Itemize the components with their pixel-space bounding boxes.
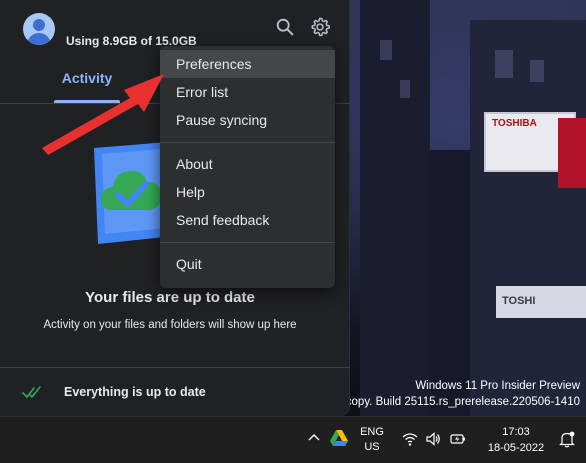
building-window bbox=[530, 60, 544, 82]
sync-status-text: Everything is up to date bbox=[64, 385, 206, 399]
system-clock[interactable]: 17:03 18-05-2022 bbox=[482, 424, 550, 456]
menu-separator bbox=[160, 142, 335, 143]
sign-text-lower: TOSHI bbox=[502, 295, 536, 307]
sign-text: TOSHIBA bbox=[492, 118, 537, 129]
avatar-body bbox=[27, 33, 51, 45]
toshiba-sign-lower: TOSHI bbox=[496, 286, 586, 318]
battery-icon[interactable] bbox=[450, 431, 466, 447]
red-sign bbox=[558, 118, 586, 188]
watermark-line: Windows 11 Pro Insider Preview bbox=[415, 380, 580, 392]
language-code: ENG bbox=[360, 426, 384, 438]
clock-date: 18-05-2022 bbox=[487, 442, 545, 454]
google-drive-icon[interactable] bbox=[329, 429, 349, 447]
building bbox=[360, 0, 430, 416]
language-indicator[interactable]: ENG US bbox=[358, 425, 386, 455]
menu-item-about[interactable]: About bbox=[160, 150, 335, 178]
wifi-icon[interactable] bbox=[402, 431, 418, 447]
building-window bbox=[380, 40, 392, 60]
menu-item-quit[interactable]: Quit bbox=[160, 250, 335, 278]
avatar-head bbox=[33, 19, 45, 31]
double-check-icon bbox=[22, 386, 41, 399]
notification-bell-icon[interactable] bbox=[558, 430, 576, 448]
menu-item-pause-syncing[interactable]: Pause syncing bbox=[160, 106, 335, 134]
menu-item-error-list[interactable]: Error list bbox=[160, 78, 335, 106]
search-icon[interactable] bbox=[274, 16, 296, 38]
menu-item-help[interactable]: Help bbox=[160, 178, 335, 206]
avatar[interactable] bbox=[23, 13, 55, 45]
menu-separator bbox=[160, 242, 335, 243]
building-window bbox=[495, 50, 513, 78]
volume-icon[interactable] bbox=[425, 431, 441, 447]
settings-menu: Preferences Error list Pause syncing Abo… bbox=[160, 46, 335, 288]
menu-item-preferences[interactable]: Preferences bbox=[160, 50, 335, 78]
tab-activity[interactable]: Activity bbox=[54, 62, 120, 102]
region-code: US bbox=[364, 441, 380, 453]
taskbar: ENG US 17:03 18-05-2022 bbox=[0, 416, 586, 463]
status-divider bbox=[0, 367, 350, 368]
menu-item-send-feedback[interactable]: Send feedback bbox=[160, 206, 335, 234]
building-window bbox=[400, 80, 410, 98]
clock-time: 17:03 bbox=[502, 426, 530, 438]
windows-watermark: Windows 11 Pro Insider Preview copy. Bui… bbox=[346, 378, 580, 410]
empty-state-subtitle: Activity on your files and folders will … bbox=[43, 319, 297, 331]
chevron-up-icon[interactable] bbox=[307, 431, 321, 445]
building bbox=[470, 20, 586, 416]
gear-icon[interactable] bbox=[309, 16, 331, 38]
empty-state-title: Your files are up to date bbox=[85, 289, 255, 306]
watermark-line: copy. Build 25115.rs_prerelease.220506-1… bbox=[345, 396, 580, 408]
